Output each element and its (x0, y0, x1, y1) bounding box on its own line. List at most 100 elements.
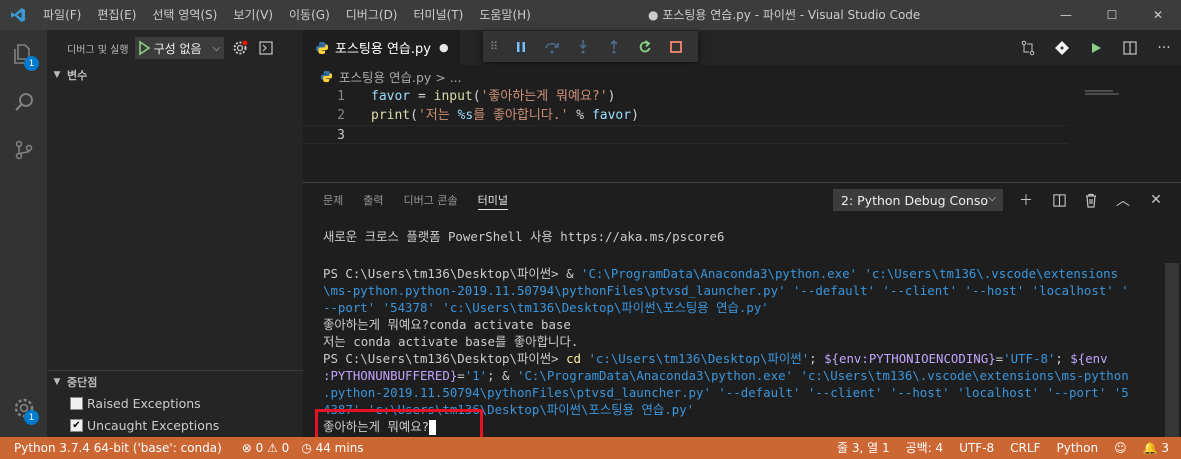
code-line[interactable]: 3 (303, 125, 1069, 144)
close-button[interactable]: ✕ (1135, 0, 1181, 30)
terminal-line: :PYTHONUNBUFFERED}='1'; & 'C:\ProgramDat… (323, 367, 1129, 384)
terminal-text: '1' (464, 368, 488, 383)
drag-handle-icon[interactable]: ⠿ (483, 31, 505, 62)
panel-tab[interactable]: 출력 (363, 183, 383, 218)
menu-item[interactable]: 선택 영역(S) (145, 0, 226, 30)
session-time[interactable]: ◷ 44 mins (295, 437, 369, 459)
code-line[interactable]: 1 favor = input('좋아하는게 뭐예요?') (303, 87, 1069, 106)
menu-item[interactable]: 도움말(H) (472, 0, 540, 30)
problems-indicator[interactable]: ⊗ 0 ⚠ 0 (236, 437, 296, 459)
terminal-text: :PYTHONUNBUFFERED} (323, 368, 458, 383)
search-icon (14, 93, 33, 111)
close-icon: ✕ (1152, 8, 1164, 22)
plus-icon: ＋ (1019, 193, 1033, 209)
restart-button[interactable] (629, 31, 660, 62)
maximize-panel-button[interactable]: ︿ (1112, 189, 1134, 211)
terminal-select[interactable]: 2: Python Debug Conso ⌵ (833, 189, 1003, 211)
uncaught-exceptions-checkbox[interactable]: ✔ (70, 418, 83, 432)
close-icon: ✕ (1150, 192, 1162, 208)
terminal-text: \ms-python.python-2019.11.50794\pythonFi… (323, 283, 1129, 298)
feedback-icon[interactable]: ☺ (1108, 437, 1137, 459)
new-terminal-button[interactable]: ＋ (1015, 189, 1037, 211)
menu-item[interactable]: 보기(V) (226, 0, 282, 30)
explorer-button[interactable]: 1 (0, 30, 47, 78)
modified-dot-icon[interactable]: ● (439, 41, 449, 54)
terminal-text: 'UTF-8' (1003, 351, 1056, 366)
code-token: print (371, 108, 411, 123)
menu-item[interactable]: 터미널(T) (407, 0, 473, 30)
terminal-scrollbar[interactable] (1165, 263, 1179, 438)
tab-posting-practice[interactable]: 포스팅용 연습.py ● (303, 30, 460, 65)
variables-header-label: 변수 (67, 69, 88, 82)
breakpoints-section-header[interactable]: ▼ 중단점 (47, 370, 303, 392)
source-control-icon (15, 140, 32, 160)
terminal-line: \ms-python.python-2019.11.50794\pythonFi… (323, 282, 1129, 299)
code-token: favor (591, 108, 632, 123)
menu-item[interactable]: 파일(F) (36, 0, 90, 30)
pause-button[interactable] (505, 31, 536, 62)
menu-item[interactable]: 편집(E) (90, 0, 145, 30)
menu-item[interactable]: 디버그(D) (339, 0, 407, 30)
debug-config-select[interactable]: 구성 없음 ⌵ (134, 37, 225, 59)
terminal-text: cd (566, 351, 589, 366)
source-control-button[interactable] (0, 126, 47, 174)
code-token: ( (472, 89, 481, 104)
variables-section-header[interactable]: ▼ 변수 (47, 64, 303, 86)
breakpoint-raised-exceptions[interactable]: Raised Exceptions (47, 392, 303, 414)
notifications-bell-icon[interactable]: 🔔 3 (1137, 437, 1181, 459)
step-out-icon (609, 39, 618, 53)
stop-button[interactable] (660, 31, 691, 62)
ellipsis-icon: ··· (1157, 39, 1171, 56)
raised-exceptions-checkbox[interactable] (70, 396, 83, 410)
menu-item[interactable]: 이동(G) (282, 0, 339, 30)
manage-button[interactable]: 1 (0, 384, 47, 432)
breakpoint-uncaught-exceptions[interactable]: ✔ Uncaught Exceptions (47, 414, 303, 436)
more-actions-button[interactable]: ··· (1147, 30, 1181, 65)
split-editor-button[interactable] (1113, 30, 1147, 65)
cursor-position[interactable]: 줄 3, 열 1 (831, 437, 900, 459)
minimize-button[interactable]: — (1043, 0, 1089, 30)
config-select-value: 구성 없음 (153, 41, 202, 56)
end-of-line[interactable]: CRLF (1004, 437, 1050, 459)
start-debugging-icon[interactable] (136, 40, 152, 56)
terminal-text: 'C:\ProgramData\Anaconda3\python.exe' 'c… (581, 266, 1119, 281)
breadcrumb[interactable]: 포스팅용 연습.py > ... (303, 65, 1181, 87)
indentation[interactable]: 공백: 4 (900, 437, 954, 459)
code-token: favor (371, 89, 411, 104)
close-panel-button[interactable]: ✕ (1145, 189, 1167, 211)
file-encoding[interactable]: UTF-8 (953, 437, 1004, 459)
stop-icon (669, 40, 682, 53)
debug-sidebar: 디버그 및 실행 구성 없음 ⌵ ▼ 변수 ▼ 중단점 Raised Excep… (47, 30, 303, 437)
search-button[interactable] (0, 78, 47, 126)
panel-tab[interactable]: 터미널 (477, 183, 509, 218)
editor-actions: ··· (1011, 30, 1181, 65)
step-into-button[interactable] (567, 31, 598, 62)
maximize-icon: ☐ (1106, 8, 1118, 22)
trash-icon (1086, 193, 1096, 208)
terminal-output[interactable]: 새로운 크로스 플랫폼 PowerShell 사용 https://aka.ms… (323, 228, 1129, 435)
run-python-button[interactable] (1079, 30, 1113, 65)
maximize-button[interactable]: ☐ (1089, 0, 1135, 30)
language-mode[interactable]: Python (1050, 437, 1108, 459)
vscode-logo-icon (0, 0, 36, 30)
panel-tab[interactable]: 디버그 콘솔 (404, 183, 458, 218)
terminal-text: --port' '54378' 'c:\Users\tm136\Desktop\… (323, 300, 769, 315)
terminal-text: 'c:\Users\tm136\Desktop\파이썬' (588, 351, 810, 366)
code-text: print('저는 %s를 좋아합니다.' % favor) (371, 106, 639, 125)
terminal-line: PS C:\Users\tm136\Desktop\파이썬> cd 'c:\Us… (323, 350, 1108, 367)
debug-console-icon[interactable] (258, 40, 274, 56)
settings-badge: 1 (24, 410, 39, 425)
python-interpreter[interactable]: Python 3.7.4 64-bit ('base': conda) (0, 437, 228, 459)
panel-tab[interactable]: 문제 (323, 183, 343, 218)
compare-changes-button[interactable] (1011, 30, 1045, 65)
split-terminal-button[interactable] (1048, 189, 1070, 211)
code-editor[interactable]: 1 favor = input('좋아하는게 뭐예요?') 2 print('저는 %… (303, 87, 1181, 182)
step-over-button[interactable] (536, 31, 567, 62)
terminal-text: 저는 conda activate base를 좋아합니다. (323, 334, 579, 349)
debug-gear-icon[interactable] (232, 40, 248, 56)
step-out-button[interactable] (598, 31, 629, 62)
git-button[interactable] (1045, 30, 1079, 65)
minimap[interactable] (1081, 87, 1169, 182)
code-line[interactable]: 2 print('저는 %s를 좋아합니다.' % favor) (303, 106, 1069, 125)
kill-terminal-button[interactable] (1080, 189, 1102, 211)
